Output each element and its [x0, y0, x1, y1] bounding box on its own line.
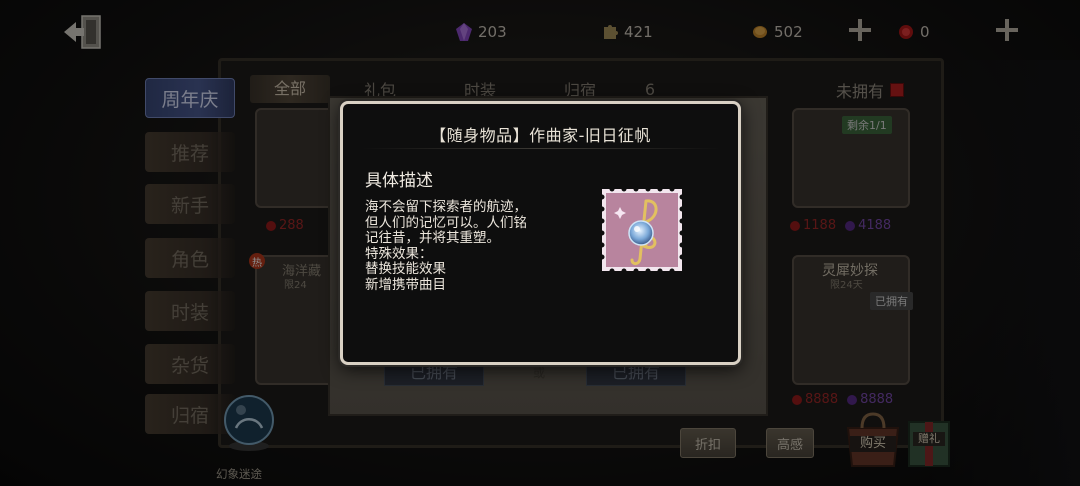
modal-divider — [361, 148, 721, 149]
effect-line: 替换技能效果 — [365, 261, 446, 277]
modal-title: 【随身物品】作曲家-旧日征帆 — [430, 126, 651, 145]
description-line: 海不会留下探索者的航迹， — [365, 199, 527, 215]
effect-line: 新增携带曲目 — [365, 276, 446, 293]
description-line: 但人们的记忆可以。人们铭 — [365, 214, 527, 231]
description-heading: 具体描述 — [365, 171, 433, 191]
item-description-modal: 【随身物品】作曲家-旧日征帆 具体描述 海不会留下探索者的航迹， 但人们的记忆可… — [340, 101, 741, 365]
description-line: 记往昔，并将其重塑。 — [365, 230, 500, 246]
description-body: 海不会留下探索者的航迹， 但人们的记忆可以。人们铭 记往昔，并将其重塑。 特殊效… — [365, 199, 565, 293]
special-effect-label: 特殊效果： — [365, 245, 433, 262]
treble-clef-stamp-icon — [600, 187, 684, 273]
